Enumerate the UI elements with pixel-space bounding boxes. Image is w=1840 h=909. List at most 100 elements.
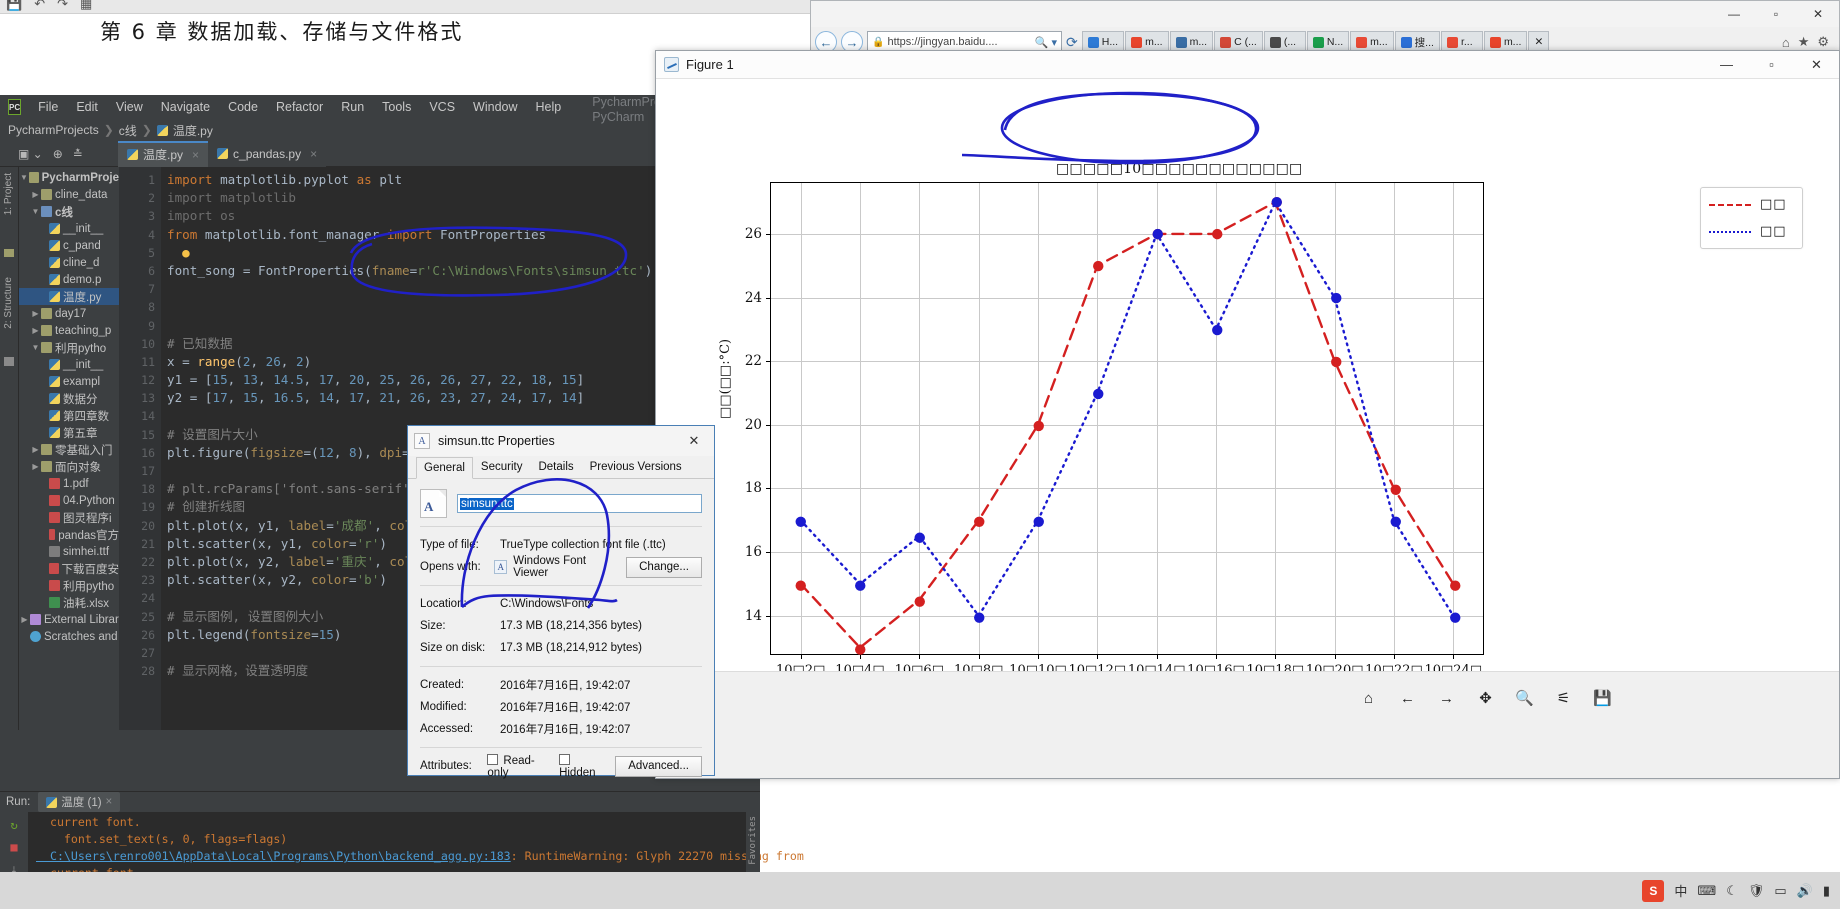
menu-code[interactable]: Code xyxy=(219,98,267,116)
twisty-icon[interactable]: ▶ xyxy=(30,190,41,199)
tree-item[interactable]: 利用pytho xyxy=(19,577,119,594)
search-icon[interactable]: 🔍 xyxy=(1035,36,1049,49)
tree-item[interactable]: ▶ day17 xyxy=(19,305,119,322)
gear-icon[interactable]: ⚙ xyxy=(1817,34,1829,50)
tree-item[interactable]: 第五章 xyxy=(19,424,119,441)
tree-item[interactable]: ▶ cline_data xyxy=(19,186,119,203)
twisty-icon[interactable]: ▶ xyxy=(30,326,41,335)
intention-bulb-icon[interactable]: ● xyxy=(182,245,190,260)
legend-item[interactable]: □□ xyxy=(1709,197,1794,212)
breadcrumb-item-file[interactable]: 温度.py xyxy=(173,122,213,139)
tree-item-selected[interactable]: 温度.py xyxy=(19,288,119,305)
twisty-icon[interactable]: ▶ xyxy=(30,462,41,471)
tree-item[interactable]: __init__ xyxy=(19,356,119,373)
tree-item[interactable]: c_pand xyxy=(19,237,119,254)
menu-help[interactable]: Help xyxy=(527,98,571,116)
target-icon[interactable]: ⊕ xyxy=(53,147,63,161)
menu-window[interactable]: Window xyxy=(464,98,526,116)
moon-icon[interactable]: ☾ xyxy=(1726,883,1738,899)
stop-icon[interactable]: ■ xyxy=(10,840,17,854)
close-button[interactable]: ✕ xyxy=(1794,51,1839,79)
chevron-down-icon[interactable]: ▾ xyxy=(1051,36,1057,49)
close-icon[interactable]: × xyxy=(192,148,199,162)
breadcrumb-item-project[interactable]: PycharmProjects xyxy=(8,123,99,137)
forward-arrow-icon[interactable]: → xyxy=(1434,686,1459,711)
home-icon[interactable]: ⌂ xyxy=(1782,35,1790,50)
maximize-button[interactable]: ▫ xyxy=(1755,2,1797,26)
minimize-button[interactable]: ― xyxy=(1713,2,1755,26)
close-icon[interactable]: × xyxy=(106,796,113,808)
save-icon[interactable]: 💾 xyxy=(6,0,22,12)
collapse-icon[interactable]: ≛ xyxy=(73,147,83,161)
refresh-icon[interactable]: ⟳ xyxy=(1066,34,1078,51)
breadcrumb-item-folder[interactable]: c线 xyxy=(119,122,137,139)
filename-field[interactable]: simsun.ttc xyxy=(457,494,702,513)
pan-icon[interactable]: ✥ xyxy=(1473,686,1498,711)
tab-wendu-py[interactable]: 温度.py × xyxy=(118,140,209,167)
save-icon[interactable]: 💾 xyxy=(1590,686,1615,711)
tree-item[interactable]: cline_d xyxy=(19,254,119,271)
network-icon[interactable]: ▭ xyxy=(1774,883,1786,899)
battery-icon[interactable]: ▮ xyxy=(1823,883,1830,899)
twisty-icon[interactable]: ▶ xyxy=(30,309,41,318)
close-button[interactable]: ✕ xyxy=(1797,2,1839,26)
menu-refactor[interactable]: Refactor xyxy=(267,98,332,116)
tree-item[interactable]: pandas官方 xyxy=(19,526,119,543)
tree-item[interactable]: ▼ 利用pytho xyxy=(19,339,119,356)
tree-item[interactable]: exampl xyxy=(19,373,119,390)
rerun-icon[interactable]: ↻ xyxy=(10,818,17,832)
tree-item[interactable]: 图灵程序i xyxy=(19,509,119,526)
maximize-button[interactable]: ▫ xyxy=(1749,51,1794,79)
checkbox-icon[interactable] xyxy=(487,753,499,765)
tree-item[interactable]: ▼ PycharmProje xyxy=(19,169,119,186)
tree-item[interactable]: demo.p xyxy=(19,271,119,288)
undo-icon[interactable]: ↶ xyxy=(34,0,45,12)
sidebar-item-project[interactable]: 1: Project xyxy=(3,173,14,215)
tab-security[interactable]: Security xyxy=(473,456,531,478)
menu-navigate[interactable]: Navigate xyxy=(152,98,219,116)
project-tree[interactable]: ▼ PycharmProje ▶ cline_data ▼ c线 __init__ c… xyxy=(19,167,119,730)
star-icon[interactable]: ★ xyxy=(1798,34,1810,50)
tree-item[interactable]: simhei.ttf xyxy=(19,543,119,560)
back-arrow-icon[interactable]: ← xyxy=(1395,686,1420,711)
keyboard-icon[interactable]: ⌨ xyxy=(1697,883,1716,899)
volume-icon[interactable]: 🔊 xyxy=(1797,883,1813,899)
tree-item[interactable]: ▶ External Librar xyxy=(19,611,119,628)
close-button[interactable]: ✕ xyxy=(680,430,708,452)
tree-item[interactable]: 下载百度安 xyxy=(19,560,119,577)
tab-general[interactable]: General xyxy=(416,457,473,479)
twisty-icon[interactable]: ▼ xyxy=(30,207,41,216)
tree-item[interactable]: ▼ c线 xyxy=(19,203,119,220)
menu-vcs[interactable]: VCS xyxy=(420,98,464,116)
sogou-icon[interactable]: S xyxy=(1642,879,1665,902)
menu-edit[interactable]: Edit xyxy=(67,98,107,116)
tab-c-pandas-py[interactable]: c_pandas.py × xyxy=(208,140,327,167)
tree-item[interactable]: 04.Python xyxy=(19,492,119,509)
menu-file[interactable]: File xyxy=(29,98,67,116)
redo-icon[interactable]: ↷ xyxy=(57,0,68,12)
twisty-icon[interactable]: ▶ xyxy=(30,445,41,454)
menu-tools[interactable]: Tools xyxy=(373,98,420,116)
twisty-icon[interactable]: ▼ xyxy=(19,173,29,182)
advanced-button[interactable]: Advanced... xyxy=(615,755,702,777)
twisty-icon[interactable]: ▼ xyxy=(30,343,41,352)
run-config-tab[interactable]: 温度 (1) × xyxy=(38,792,121,812)
tree-item[interactable]: __init__ xyxy=(19,220,119,237)
tree-item[interactable]: ▶ 面向对象 xyxy=(19,458,119,475)
readonly-checkbox[interactable]: Read-only xyxy=(487,753,545,779)
tree-item[interactable]: 1.pdf xyxy=(19,475,119,492)
sidebar-item-structure[interactable]: 2: Structure xyxy=(3,277,14,329)
home-icon[interactable]: ⌂ xyxy=(1356,686,1381,711)
figure-canvas[interactable]: □□□□□10□□□□□□□□□□□□ 14 16 18 20 22 24 26… xyxy=(656,79,1839,724)
tree-item[interactable]: 数据分 xyxy=(19,390,119,407)
tree-item[interactable]: 第四章数 xyxy=(19,407,119,424)
hidden-checkbox[interactable]: Hidden xyxy=(559,753,603,779)
configure-subplots-icon[interactable]: ⚟ xyxy=(1551,686,1576,711)
checkbox-icon[interactable] xyxy=(559,753,571,765)
ime-indicator[interactable]: 中 xyxy=(1674,881,1687,900)
minimize-button[interactable]: ― xyxy=(1704,51,1749,79)
change-button[interactable]: Change... xyxy=(626,556,702,578)
close-icon[interactable]: × xyxy=(310,147,317,161)
format-icon[interactable]: ▦ xyxy=(80,0,92,12)
legend-item[interactable]: □□ xyxy=(1709,224,1794,239)
